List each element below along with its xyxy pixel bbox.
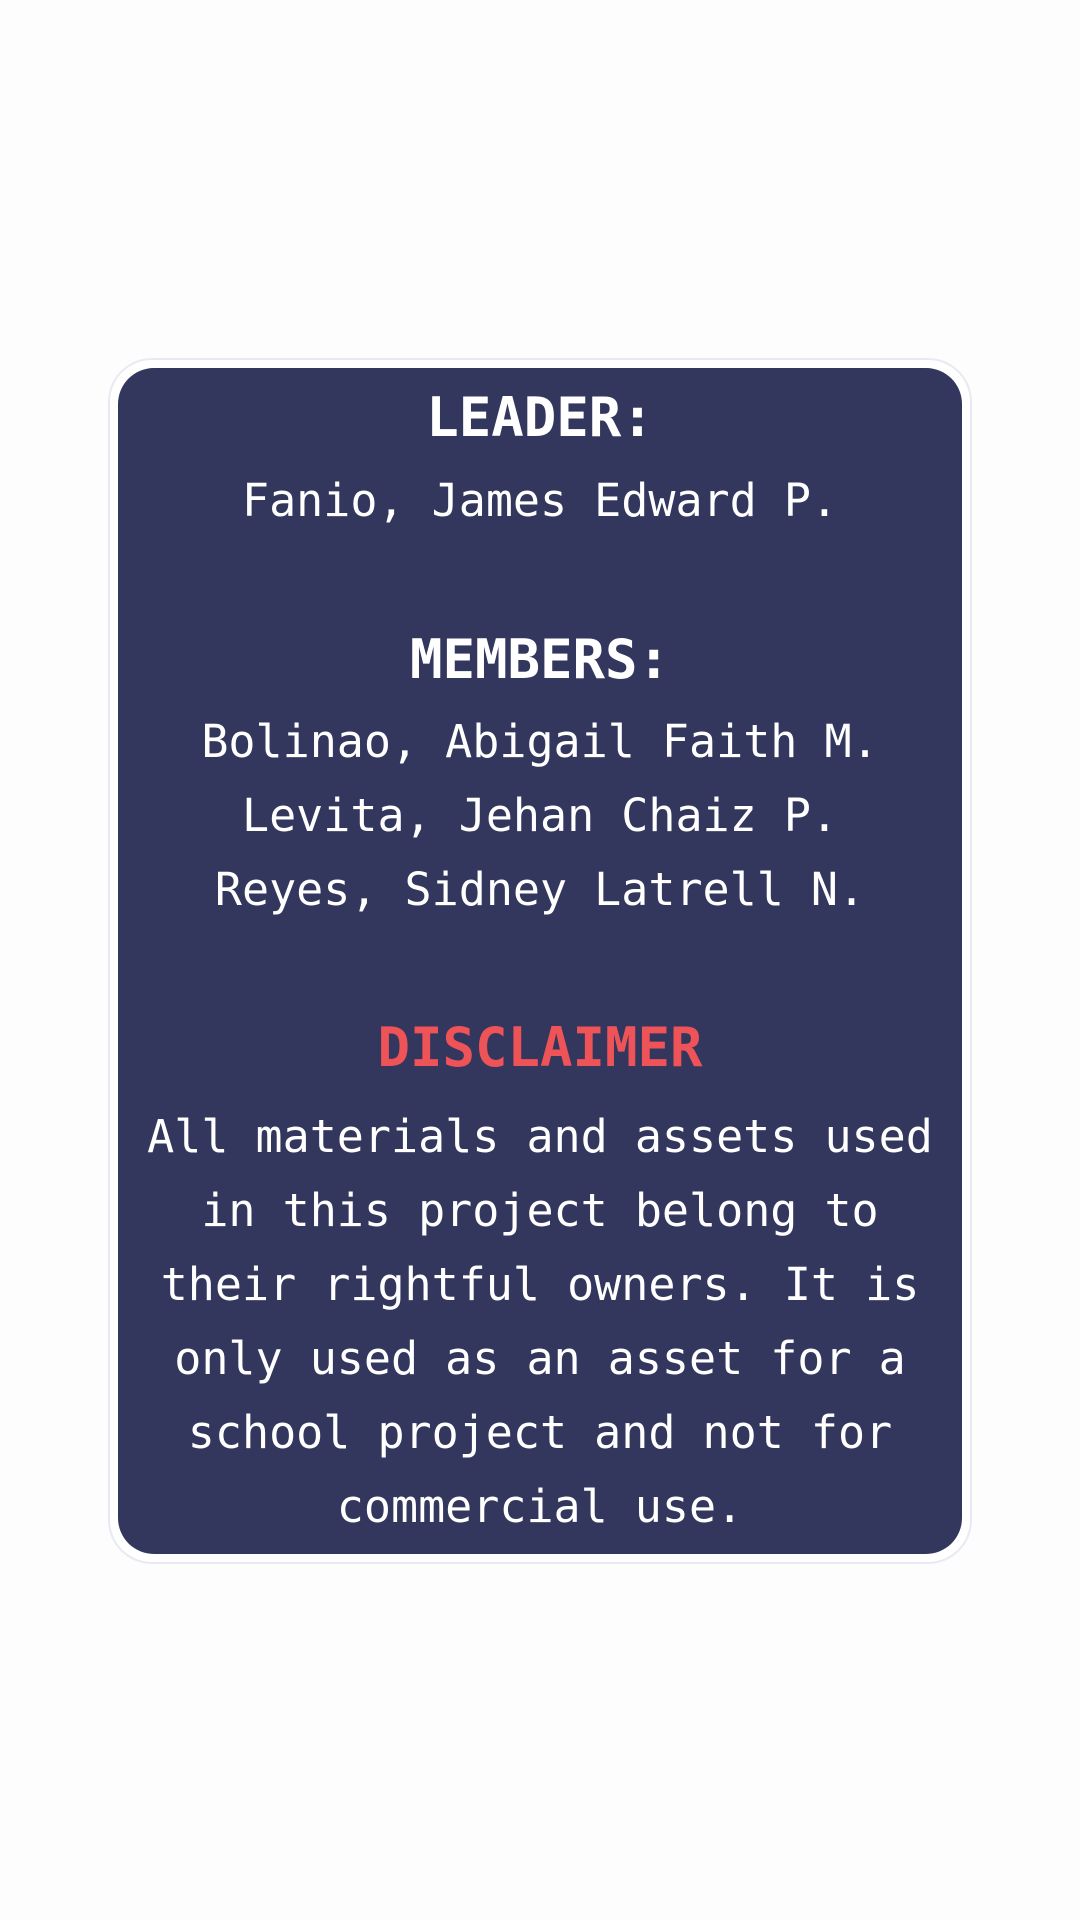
leader-heading: LEADER: [426, 386, 654, 449]
member-name: Bolinao, Abigail Faith M. [201, 715, 879, 768]
disclaimer-text: All materials and assets used in this pr… [147, 1110, 933, 1533]
member-name: Levita, Jehan Chaiz P. [241, 789, 839, 842]
members-heading: MEMBERS: [409, 628, 671, 691]
member-name: Reyes, Sidney Latrell N. [214, 863, 866, 916]
leader-name: Fanio, James Edward P. [241, 474, 839, 527]
credits-card: LEADER: Fanio, James Edward P. MEMBERS: … [118, 368, 962, 1554]
disclaimer-heading: DISCLAIMER [377, 1016, 703, 1079]
